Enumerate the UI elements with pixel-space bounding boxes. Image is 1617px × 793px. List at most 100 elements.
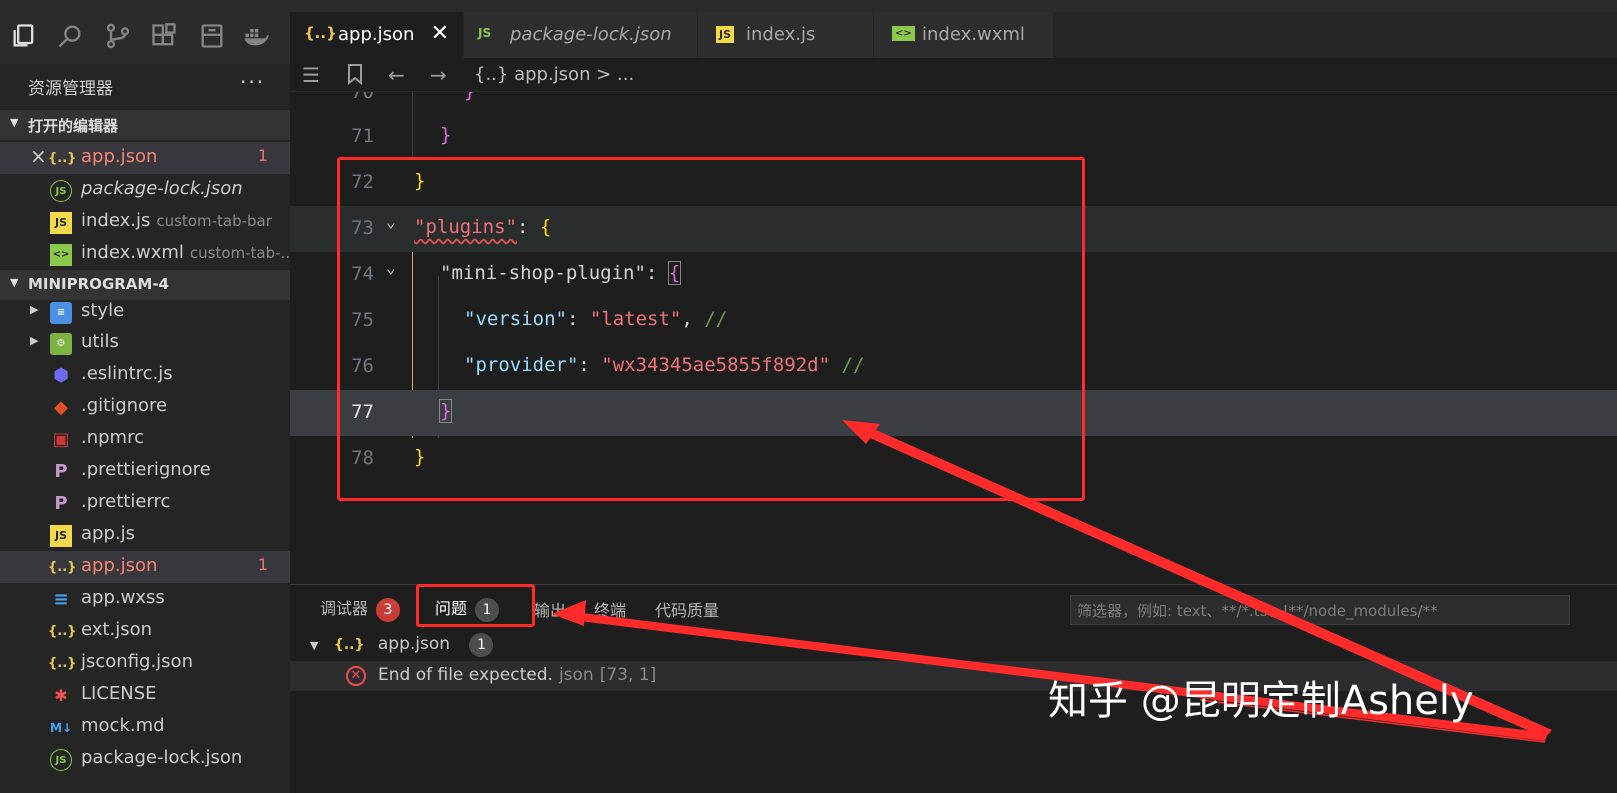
code-line[interactable]: 70 }: [290, 92, 1617, 116]
line-number: 71: [351, 125, 374, 147]
file-app-json[interactable]: {..} app.json 1: [0, 551, 290, 583]
search-icon[interactable]: [56, 22, 88, 54]
code-text: }: [438, 399, 453, 423]
folder-style[interactable]: ▶ ≡ style: [0, 296, 290, 328]
open-editor-app-json[interactable]: × {..} app.json 1: [0, 142, 290, 174]
file-name: utils: [81, 331, 119, 352]
file-mock-md[interactable]: M↓ mock.md: [0, 711, 290, 743]
code-editor[interactable]: 70 } 71 } 72 } 73 ⌄ "plugins": { 74 ⌄ "m…: [290, 92, 1617, 584]
more-actions-button[interactable]: ···: [240, 70, 265, 94]
editor-tab-bar: {..} app.json ✕ JS package-lock.json JS …: [290, 12, 1617, 58]
file-app-js[interactable]: JS app.js: [0, 519, 290, 551]
file-name: app.json: [81, 146, 158, 167]
tab-terminal[interactable]: 终端: [594, 597, 626, 621]
storage-icon[interactable]: [198, 22, 230, 54]
file-prettierignore[interactable]: P .prettierignore: [0, 455, 290, 487]
close-icon[interactable]: ×: [30, 144, 47, 168]
file-name: .npmrc: [81, 427, 144, 448]
tab-index-js[interactable]: JS index.js: [698, 12, 874, 58]
git-icon: ◆: [54, 397, 68, 418]
code-line[interactable]: 75 "version": "latest", //: [290, 298, 1617, 344]
close-icon[interactable]: ✕: [431, 21, 449, 46]
json-file-icon: {..}: [333, 637, 365, 653]
problem-file-name: app.json: [377, 634, 451, 654]
breadcrumb[interactable]: {..} app.json > ...: [474, 64, 634, 85]
open-editor-index-wxml[interactable]: <> index.wxml custom-tab-...: [0, 238, 290, 270]
forward-arrow-icon[interactable]: →: [430, 63, 447, 87]
error-icon: ✕: [346, 666, 366, 686]
file-name: ext.json: [81, 619, 152, 640]
explorer-icon[interactable]: [10, 22, 42, 54]
bookmark-icon[interactable]: [346, 63, 364, 90]
tab-code-quality[interactable]: 代码质量: [655, 597, 719, 621]
folder-icon: ⚙: [50, 333, 72, 355]
chevron-right-icon: ▶: [30, 334, 39, 347]
tab-problems[interactable]: 问题 1: [435, 595, 500, 622]
source-control-icon[interactable]: [104, 22, 136, 54]
file-name: package-lock.json: [81, 178, 243, 199]
file-app-wxss[interactable]: ≡ app.wxss: [0, 583, 290, 615]
file-eslintrc[interactable]: ⬢ .eslintrc.js: [0, 359, 290, 391]
prettier-icon: P: [54, 493, 68, 514]
code-line[interactable]: 76 "provider": "wx34345ae5855f892d" //: [290, 344, 1617, 390]
code-line[interactable]: 71 }: [290, 114, 1617, 160]
open-editor-package-lock[interactable]: JS package-lock.json: [0, 174, 290, 206]
file-name: package-lock.json: [81, 747, 243, 768]
problems-filter-input[interactable]: 筛选器，例如: text、**/*.ts、!**/node_modules/**: [1070, 595, 1570, 625]
open-editors-header[interactable]: ▼ 打开的编辑器: [0, 110, 290, 140]
code-text: }: [440, 124, 452, 146]
file-name: style: [81, 300, 125, 321]
code-line-current[interactable]: 77 }: [290, 390, 1617, 436]
line-number: 77: [351, 401, 374, 423]
wxml-file-icon: <>: [50, 244, 72, 266]
code-text: "provider": "wx34345ae5855f892d" //: [464, 354, 865, 376]
license-icon: ✱: [54, 686, 68, 705]
tab-label: index.wxml: [922, 24, 1025, 45]
file-package-lock[interactable]: JS package-lock.json: [0, 743, 290, 775]
json-file-icon: {..}: [48, 560, 77, 575]
json-file-icon: {..}: [304, 24, 337, 42]
tab-index-wxml[interactable]: <> index.wxml: [874, 12, 1054, 58]
code-line[interactable]: 74 ⌄ "mini-shop-plugin": {: [290, 252, 1617, 298]
tab-debugger[interactable]: 调试器 3: [320, 595, 401, 622]
file-ext-json[interactable]: {..} ext.json: [0, 615, 290, 647]
extensions-icon[interactable]: [150, 22, 182, 54]
file-name: LICENSE: [81, 683, 157, 704]
docker-icon[interactable]: [242, 22, 274, 54]
list-icon[interactable]: ☰: [302, 63, 320, 87]
file-gitignore[interactable]: ◆ .gitignore: [0, 391, 290, 423]
code-line[interactable]: 72 }: [290, 160, 1617, 206]
fold-chevron-icon[interactable]: ⌄: [386, 212, 396, 231]
watermark: 知乎 @昆明定制Ashely: [1048, 678, 1474, 724]
file-jsconfig-json[interactable]: {..} jsconfig.json: [0, 647, 290, 679]
tab-output[interactable]: 输出: [534, 597, 566, 621]
json-file-icon: {..}: [48, 624, 77, 639]
file-prettierrc[interactable]: P .prettierrc: [0, 487, 290, 519]
breadcrumb-bar: ☰ ← → {..} app.json > ...: [290, 58, 1617, 92]
code-line[interactable]: 78 }: [290, 436, 1617, 482]
code-text: "mini-shop-plugin": {: [440, 261, 682, 285]
debugger-count-badge: 3: [376, 598, 401, 622]
file-name: jsconfig.json: [81, 651, 193, 672]
line-number: 72: [351, 171, 374, 193]
problems-count-badge: 1: [475, 598, 500, 622]
node-file-icon: JS: [50, 180, 72, 202]
tab-label: package-lock.json: [510, 24, 672, 45]
folder-icon: ≡: [50, 302, 72, 324]
file-name: index.wxml custom-tab-...: [81, 242, 290, 263]
file-name: app.js: [81, 523, 135, 544]
open-editor-index-js[interactable]: JS index.js custom-tab-bar: [0, 206, 290, 238]
file-name: .prettierrc: [81, 491, 171, 512]
caret-down-icon: ▼: [310, 639, 319, 652]
code-line-error[interactable]: 73 ⌄ "plugins": {: [290, 206, 1617, 252]
tab-app-json[interactable]: {..} app.json ✕: [290, 12, 464, 58]
fold-chevron-icon[interactable]: ⌄: [386, 258, 396, 277]
file-license[interactable]: ✱ LICENSE: [0, 679, 290, 711]
folder-utils[interactable]: ▶ ⚙ utils: [0, 327, 290, 359]
tab-package-lock[interactable]: JS package-lock.json: [464, 12, 698, 58]
json-file-icon: {..}: [48, 151, 77, 166]
back-arrow-icon[interactable]: ←: [388, 63, 405, 87]
problem-count-badge: 1: [257, 146, 268, 165]
problem-file-group[interactable]: ▼ {..} app.json 1: [310, 633, 494, 657]
file-npmrc[interactable]: ▣ .npmrc: [0, 423, 290, 455]
